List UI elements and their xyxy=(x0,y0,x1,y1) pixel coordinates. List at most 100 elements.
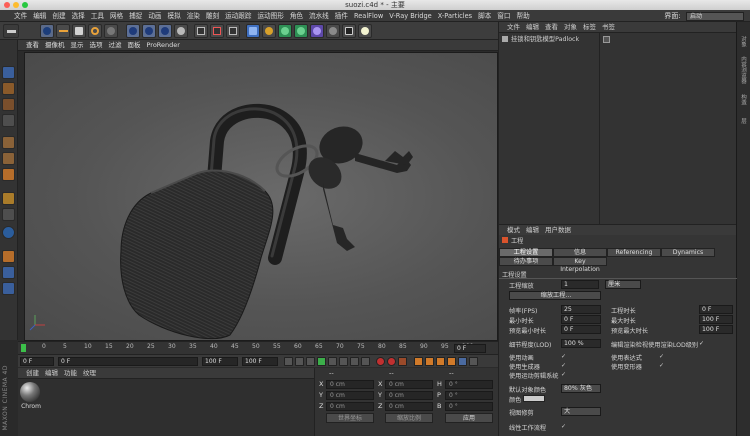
default-color-select[interactable]: 80% 灰色 xyxy=(561,384,601,393)
world-coordinates-select[interactable]: 世界坐标 xyxy=(326,413,374,423)
list-item[interactable]: 挂锁和钥匙模型Padlock xyxy=(499,35,736,45)
menu-tools[interactable]: 工具 xyxy=(88,10,107,22)
texture-mode-icon[interactable] xyxy=(2,98,15,111)
model-mode-icon[interactable] xyxy=(2,82,15,95)
move-tool-icon[interactable] xyxy=(56,24,70,38)
key-position-icon[interactable] xyxy=(414,357,423,366)
project-scale-unit-select[interactable]: 厘米 xyxy=(605,280,641,289)
play-icon[interactable] xyxy=(317,357,326,366)
menu-simulate[interactable]: 模拟 xyxy=(165,10,184,22)
render-picture-viewer-icon[interactable] xyxy=(210,24,224,38)
object-menu-view[interactable]: 查看 xyxy=(542,22,561,33)
key-parameter-icon[interactable] xyxy=(447,357,456,366)
minimize-window-button[interactable] xyxy=(13,2,19,8)
fps-field[interactable]: 25 xyxy=(561,305,601,314)
project-time-field[interactable]: 0 F xyxy=(699,305,733,314)
viewport-menu-cameras[interactable]: 摄像机 xyxy=(42,40,68,51)
tab-content-browser[interactable]: 内容浏览器 xyxy=(739,56,747,84)
cube-icon[interactable] xyxy=(246,24,260,38)
menu-realflow[interactable]: RealFlow xyxy=(351,10,386,22)
menu-pipeline[interactable]: 流水线 xyxy=(306,10,332,22)
menu-character[interactable]: 角色 xyxy=(287,10,306,22)
axis-mode-icon[interactable] xyxy=(2,192,15,205)
object-menu-edit[interactable]: 编辑 xyxy=(523,22,542,33)
use-animation-checkbox[interactable]: ✓ xyxy=(561,353,567,360)
tab-structure[interactable]: 构造 xyxy=(739,94,747,105)
layout-select[interactable]: 启动 xyxy=(686,11,744,21)
min-time-field[interactable]: 0 F xyxy=(561,315,601,324)
record-icon[interactable] xyxy=(376,357,385,366)
object-menu-bookmarks[interactable]: 书签 xyxy=(599,22,618,33)
workplane-mode-icon[interactable] xyxy=(2,114,15,127)
menu-mograph[interactable]: 运动图形 xyxy=(254,10,286,22)
menu-snap[interactable]: 捕捉 xyxy=(126,10,145,22)
object-column-divider[interactable] xyxy=(599,33,600,224)
render-lod-checkbox[interactable]: ✓ xyxy=(699,340,705,347)
end-frame-field[interactable]: 100 F xyxy=(202,357,238,366)
menu-select[interactable]: 选择 xyxy=(69,10,88,22)
chrome-material-swatch[interactable] xyxy=(20,382,40,402)
menu-vray-bridge[interactable]: V-Ray Bridge xyxy=(386,10,434,22)
scale-project-button[interactable]: 缩放工程... xyxy=(509,291,601,300)
object-menu-file[interactable]: 文件 xyxy=(499,22,523,33)
viewport-menu-display[interactable]: 显示 xyxy=(68,40,87,51)
tab-dynamics[interactable]: Dynamics xyxy=(661,248,715,257)
tab-info[interactable]: 信息 xyxy=(553,248,607,257)
viewport-menu-prorender[interactable]: ProRender xyxy=(144,40,183,51)
array-icon[interactable] xyxy=(294,24,308,38)
apply-button[interactable]: 应用 xyxy=(445,413,493,423)
loop-icon[interactable] xyxy=(361,357,370,366)
coordinate-system-icon[interactable] xyxy=(174,24,188,38)
go-to-end-icon[interactable] xyxy=(350,357,359,366)
key-selection-icon[interactable] xyxy=(398,357,407,366)
position-y-field[interactable]: 0 cm xyxy=(326,391,374,400)
camera-icon[interactable] xyxy=(342,24,356,38)
floor-icon[interactable] xyxy=(326,24,340,38)
menu-render[interactable]: 渲染 xyxy=(184,10,203,22)
material-menu-create[interactable]: 创建 xyxy=(18,368,42,379)
tab-key-interpolation[interactable]: Key Interpolation xyxy=(553,257,607,273)
recent-tools-icon[interactable] xyxy=(104,24,118,38)
menu-mesh[interactable]: 网格 xyxy=(107,10,126,22)
key-pla-icon[interactable] xyxy=(458,357,467,366)
z-axis-icon[interactable] xyxy=(158,24,172,38)
view-clip-select[interactable]: 大 xyxy=(561,407,601,416)
select-arrow-icon[interactable] xyxy=(40,24,54,38)
tab-objects[interactable]: 对象 xyxy=(739,36,747,47)
timeline-ruler[interactable]: 0510152025303540455055606570758085909510… xyxy=(18,341,498,354)
layer-tag-icon[interactable] xyxy=(603,36,610,43)
start-frame-field[interactable]: 0 F xyxy=(58,357,198,366)
tweak-mode-icon[interactable] xyxy=(2,208,15,221)
rotation-p-field[interactable]: 0 ° xyxy=(445,391,493,400)
use-motion-system-checkbox[interactable]: ✓ xyxy=(561,371,567,378)
subdivision-icon[interactable] xyxy=(278,24,292,38)
use-expressions-checkbox[interactable]: ✓ xyxy=(659,353,665,360)
use-generators-checkbox[interactable]: ✓ xyxy=(561,362,567,369)
next-key-icon[interactable] xyxy=(339,357,348,366)
zoom-window-button[interactable] xyxy=(22,2,28,8)
viewport-menu-options[interactable]: 选项 xyxy=(87,40,106,51)
size-y-field[interactable]: 0 cm xyxy=(385,391,433,400)
menu-x-particles[interactable]: X-Particles xyxy=(435,10,475,22)
key-scale-icon[interactable] xyxy=(425,357,434,366)
menu-help[interactable]: 帮助 xyxy=(513,10,532,22)
size-z-field[interactable]: 0 cm xyxy=(385,402,433,411)
color-swatch[interactable] xyxy=(523,395,545,402)
y-axis-icon[interactable] xyxy=(142,24,156,38)
tab-project-settings[interactable]: 工程设置 xyxy=(499,248,553,257)
menu-window[interactable]: 窗口 xyxy=(494,10,513,22)
make-editable-icon[interactable] xyxy=(2,66,15,79)
x-axis-icon[interactable] xyxy=(126,24,140,38)
current-frame-field[interactable]: 0 F xyxy=(20,357,54,366)
project-scale-field[interactable]: 1 xyxy=(561,280,599,289)
go-to-start-icon[interactable] xyxy=(284,357,293,366)
viewport-menu-panel[interactable]: 面板 xyxy=(125,40,144,51)
menu-plugins[interactable]: 插件 xyxy=(332,10,351,22)
material-menu-texture[interactable]: 纹理 xyxy=(80,368,99,379)
material-menu-edit[interactable]: 编辑 xyxy=(42,368,61,379)
lod-field[interactable]: 100 % xyxy=(561,339,601,348)
tab-todo[interactable]: 待办事项 xyxy=(499,257,553,266)
menu-script[interactable]: 脚本 xyxy=(475,10,494,22)
workplane-icon[interactable] xyxy=(2,266,15,279)
viewport-menu-filter[interactable]: 过滤 xyxy=(106,40,125,51)
